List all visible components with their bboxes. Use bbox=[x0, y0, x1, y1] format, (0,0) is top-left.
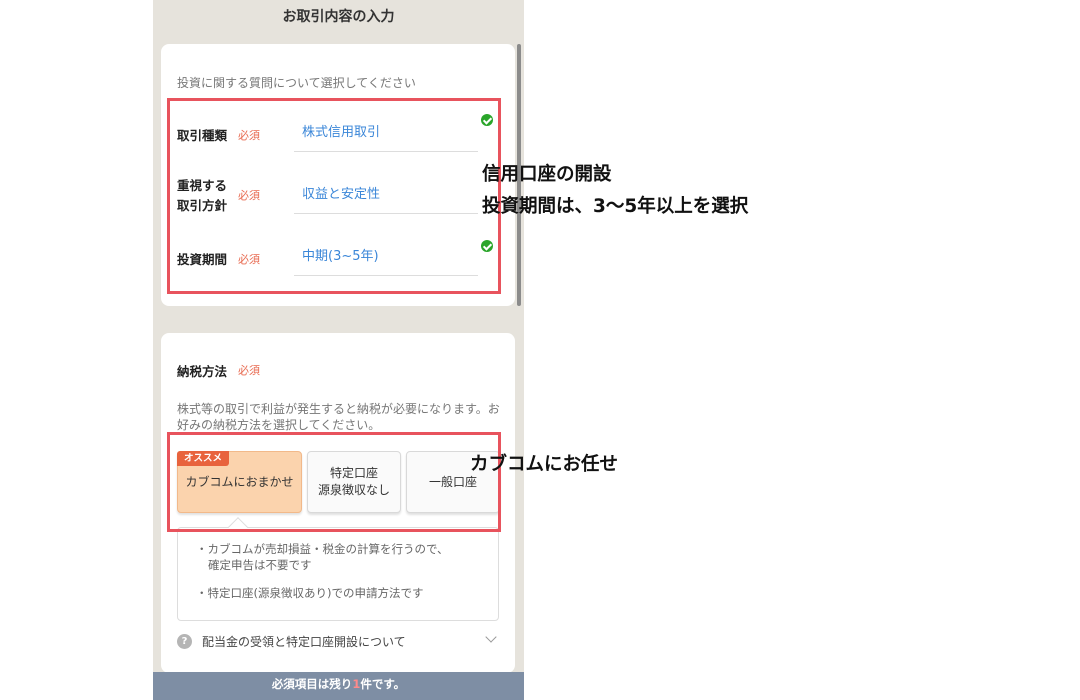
annotation-note-1-line-1: 信用口座の開設 bbox=[482, 164, 612, 185]
highlight-box-questions bbox=[167, 98, 501, 294]
info-line-1a: ・カブコムが売却損益・税金の計算を行うので、 bbox=[196, 542, 449, 556]
highlight-box-tax-options bbox=[167, 432, 501, 532]
page-title: お取引内容の入力 bbox=[282, 9, 395, 25]
footer-prefix: 必須項目は残り bbox=[271, 677, 353, 691]
annotation-note-1-line-2: 投資期間は、3〜5年以上を選択 bbox=[482, 196, 749, 217]
info-line-1b: 確定申告は不要です bbox=[208, 558, 312, 572]
tax-method-title: 納税方法 bbox=[177, 364, 228, 379]
dividend-help-accordion[interactable]: ? 配当金の受領と特定口座開設について bbox=[177, 631, 499, 651]
tax-method-description: 株式等の取引で利益が発生すると納税が必要になります。お好みの納税方法を選択してく… bbox=[177, 402, 500, 432]
footer-suffix: 件です。 bbox=[360, 677, 406, 691]
option-info-box: ・カブコムが売却損益・税金の計算を行うので、 確定申告は不要です ・特定口座(源… bbox=[177, 527, 499, 621]
info-line-2: ・特定口座(源泉徴収あり)での申請方法です bbox=[196, 586, 424, 600]
card-intro-text: 投資に関する質問について選択してください bbox=[177, 76, 416, 90]
help-text: 配当金の受領と特定口座開設について bbox=[202, 635, 406, 649]
question-icon: ? bbox=[177, 634, 192, 649]
required-mark: 必須 bbox=[238, 364, 260, 377]
chevron-down-icon bbox=[485, 631, 497, 643]
footer-status-bar: 必須項目は残り1件です。 bbox=[153, 672, 524, 700]
annotation-note-2: カブコムにお任せ bbox=[470, 454, 619, 475]
